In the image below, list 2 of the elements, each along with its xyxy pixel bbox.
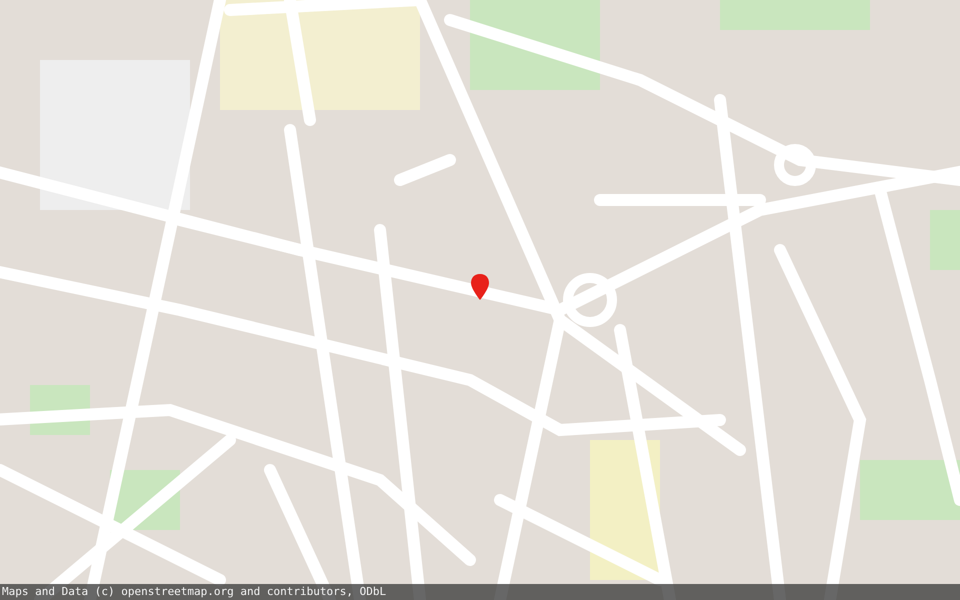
map-attribution: Maps and Data (c) openstreetmap.org and contributors, ODbL xyxy=(0,584,960,600)
map-marker-icon[interactable] xyxy=(471,274,489,300)
